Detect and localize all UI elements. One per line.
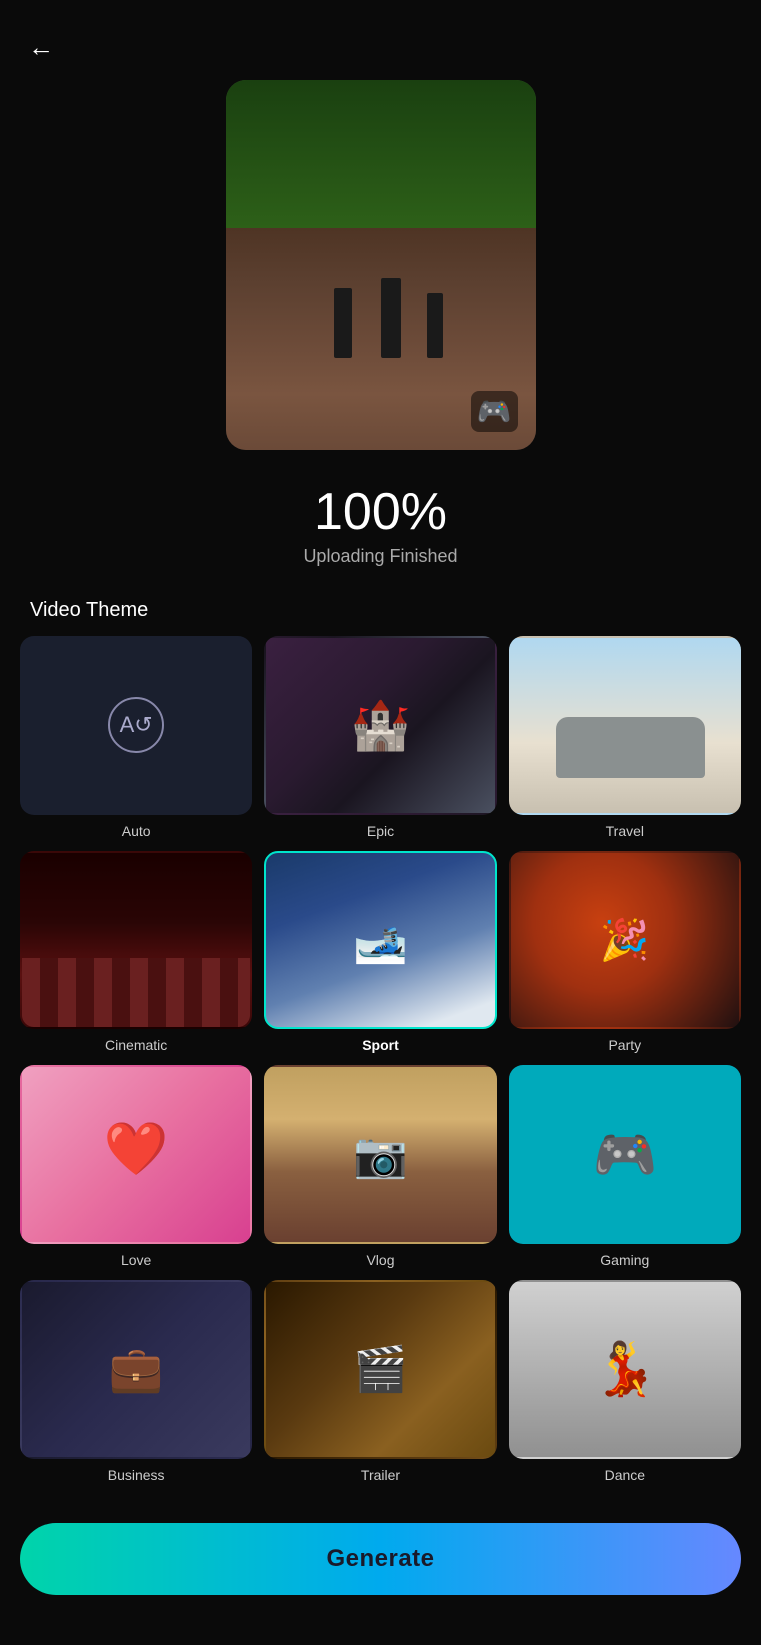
theme-item-gaming[interactable]: Gaming (509, 1065, 741, 1268)
progress-section: 100% Uploading Finished (0, 450, 761, 579)
generate-button[interactable]: Generate (20, 1523, 741, 1595)
theme-item-trailer[interactable]: Trailer (264, 1280, 496, 1483)
theme-item-sport[interactable]: Sport (264, 851, 496, 1054)
theme-grid: A↺ Auto Epic Travel Cinematic Sport Part… (0, 636, 761, 1483)
preview-thumbnail (226, 80, 536, 450)
theme-item-cinematic[interactable]: Cinematic (20, 851, 252, 1054)
back-button[interactable]: ← (28, 32, 54, 63)
auto-icon: A↺ (108, 697, 164, 753)
preview-container (0, 0, 761, 450)
theme-item-love[interactable]: Love (20, 1065, 252, 1268)
theme-label-epic: Epic (367, 823, 394, 839)
theme-label-gaming: Gaming (600, 1252, 649, 1268)
theme-label-trailer: Trailer (361, 1467, 400, 1483)
theme-label-party: Party (608, 1037, 641, 1053)
theme-item-business[interactable]: Business (20, 1280, 252, 1483)
theme-item-auto[interactable]: A↺ Auto (20, 636, 252, 839)
theme-item-party[interactable]: Party (509, 851, 741, 1054)
theme-label-vlog: Vlog (366, 1252, 394, 1268)
theme-label-dance: Dance (605, 1467, 645, 1483)
theme-label-cinematic: Cinematic (105, 1037, 167, 1053)
theme-thumb-epic (264, 636, 496, 815)
generate-section: Generate (0, 1483, 761, 1645)
auto-bg: A↺ (22, 638, 250, 813)
theme-thumb-dance (509, 1280, 741, 1459)
theme-item-epic[interactable]: Epic (264, 636, 496, 839)
theme-label-travel: Travel (606, 823, 644, 839)
video-theme-title: Video Theme (0, 579, 761, 636)
theme-thumb-party (509, 851, 741, 1030)
theme-thumb-business (20, 1280, 252, 1459)
progress-label: Uploading Finished (0, 546, 761, 567)
theme-thumb-sport (264, 851, 496, 1030)
theme-thumb-vlog (264, 1065, 496, 1244)
theme-label-auto: Auto (122, 823, 151, 839)
preview-image (226, 80, 536, 450)
theme-item-dance[interactable]: Dance (509, 1280, 741, 1483)
theme-thumb-trailer (264, 1280, 496, 1459)
theme-label-sport: Sport (362, 1037, 399, 1053)
theme-thumb-love (20, 1065, 252, 1244)
progress-percent: 100% (0, 482, 761, 542)
theme-thumb-auto: A↺ (20, 636, 252, 815)
theme-thumb-cinematic (20, 851, 252, 1030)
theme-item-vlog[interactable]: Vlog (264, 1065, 496, 1268)
theme-thumb-gaming (509, 1065, 741, 1244)
theme-label-love: Love (121, 1252, 151, 1268)
theme-thumb-travel (509, 636, 741, 815)
theme-label-business: Business (108, 1467, 165, 1483)
theme-item-travel[interactable]: Travel (509, 636, 741, 839)
